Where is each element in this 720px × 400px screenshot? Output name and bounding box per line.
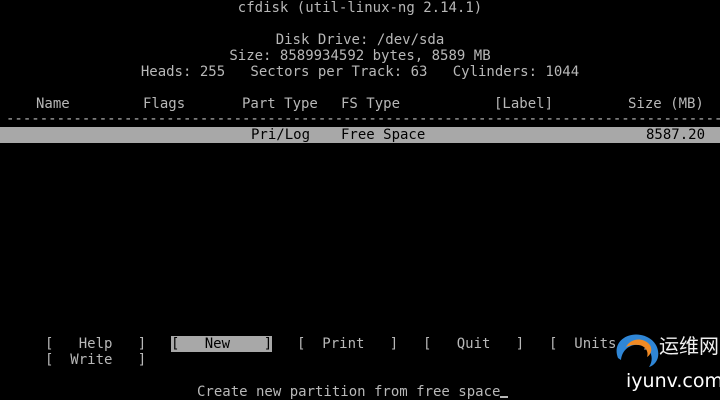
- disk-geometry-label: Heads: 255 Sectors per Track: 63 Cylinde…: [140, 64, 580, 80]
- cfdisk-screen: cfdisk (util-linux-ng 2.14.1) Disk Drive…: [0, 0, 720, 400]
- status-line: Create new partition from free space: [197, 384, 509, 400]
- row-size: 8587.20: [646, 127, 706, 143]
- new-button[interactable]: [ New ]: [171, 336, 273, 352]
- row-part-type: Pri/Log: [251, 127, 311, 143]
- column-header-fs-type: FS Type: [341, 96, 401, 112]
- column-header-size: Size (MB): [628, 96, 704, 112]
- print-button[interactable]: [ Print ]: [297, 336, 398, 352]
- column-header-flags: Flags: [143, 96, 186, 112]
- status-text: Create new partition from free space: [197, 384, 501, 400]
- write-button[interactable]: [ Write ]: [45, 352, 146, 368]
- app-title: cfdisk (util-linux-ng 2.14.1): [237, 0, 483, 16]
- watermark-en-text: iyunv.com: [626, 370, 720, 392]
- watermark: 运维网 iyunv.com: [606, 327, 720, 400]
- text-cursor: [500, 396, 509, 398]
- column-header-label: [Label]: [494, 96, 554, 112]
- quit-button[interactable]: [ Quit ]: [423, 336, 524, 352]
- column-header-name: Name: [36, 96, 70, 112]
- help-button[interactable]: [ Help ]: [45, 336, 146, 352]
- row-fs-type: Free Space: [341, 127, 426, 143]
- disk-size-label: Size: 8589934592 bytes, 8589 MB: [229, 48, 491, 64]
- table-row[interactable]: Pri/Log Free Space 8587.20: [0, 127, 720, 143]
- column-header-part-type: Part Type: [242, 96, 318, 112]
- disk-drive-label: Disk Drive: /dev/sda: [275, 32, 445, 48]
- watermark-cn-text: 运维网: [659, 334, 719, 358]
- table-separator: ----------------------------------------…: [6, 111, 720, 127]
